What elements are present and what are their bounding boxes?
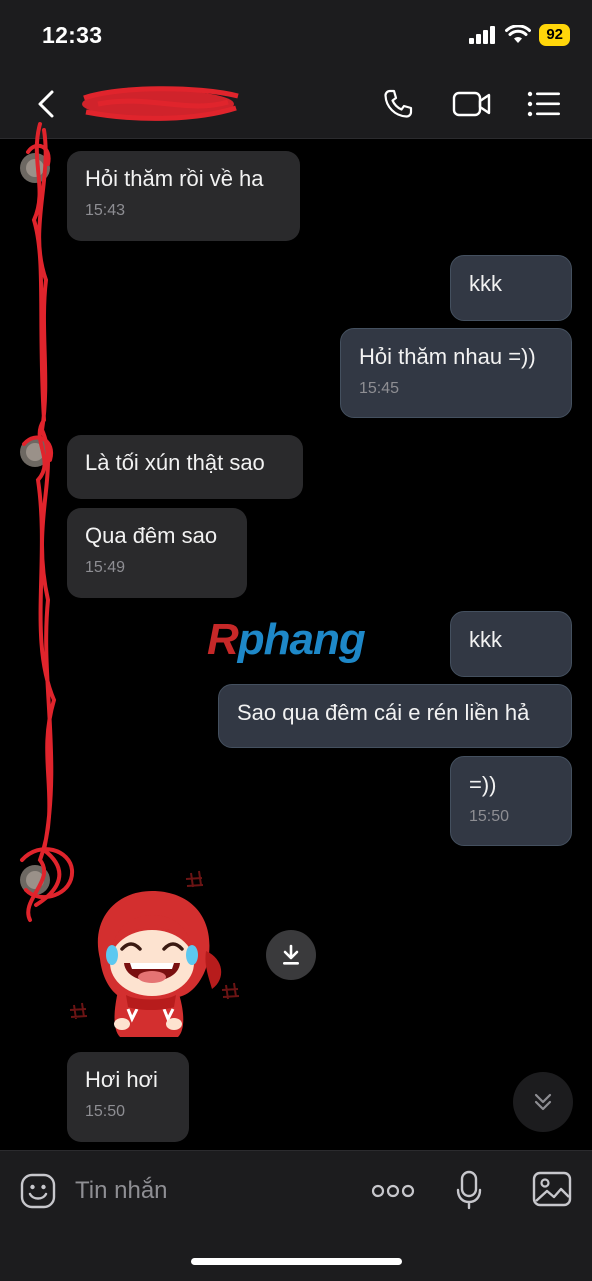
message-time: 15:50 [85,1103,126,1120]
more-icon [371,1184,415,1198]
message-bubble-outgoing[interactable]: Hỏi thăm nhau =)) 15:45 [340,328,572,418]
message-input[interactable]: Tin nhắn [75,1177,168,1205]
message-bubble-incoming[interactable]: Qua đêm sao 15:49 [67,508,247,598]
message-bubble-incoming[interactable]: Hơi hơi 15:50 [67,1052,189,1142]
message-text: kkk [469,627,502,652]
back-icon [38,90,54,118]
message-bubble-outgoing[interactable]: kkk [450,255,572,321]
message-time: 15:50 [469,808,510,825]
contact-avatar[interactable] [20,437,50,467]
emoji-button[interactable] [18,1171,58,1211]
message-text: Hỏi thăm rồi về ha [85,166,264,191]
scroll-to-bottom-button[interactable] [513,1072,573,1132]
image-icon [532,1171,572,1207]
message-bubble-incoming[interactable]: Là tối xún thật sao [67,435,303,499]
video-call-button[interactable] [450,86,494,122]
message-bubble-outgoing[interactable]: =)) 15:50 [450,756,572,846]
message-time: 15:43 [85,202,126,219]
message-text: Sao qua đêm cái e rén liền hả [237,700,530,725]
message-bubble-outgoing[interactable]: Sao qua đêm cái e rén liền hả [218,684,572,748]
status-time: 12:33 [42,22,103,48]
chat-menu-button[interactable] [526,86,562,122]
message-text: Là tối xún thật sao [85,450,265,475]
message-list[interactable]: Hỏi thăm rồi về ha 15:43 kkk Hỏi thăm nh… [0,139,592,1150]
call-button[interactable] [380,86,416,122]
message-text: Hơi hơi [85,1067,158,1092]
message-composer: Tin nhắn [0,1150,592,1281]
more-options-button[interactable] [370,1175,416,1207]
status-bar: 12:33 92 [0,0,592,70]
menu-icon [527,91,560,117]
watermark-logo: Rphang [207,615,366,664]
laughing-red-hood-sticker[interactable] [66,859,250,1045]
voice-message-button[interactable] [452,1169,486,1211]
message-bubble-incoming[interactable]: Hỏi thăm rồi về ha 15:43 [67,151,300,241]
scroll-down-icon [534,1093,552,1111]
battery-indicator: 92 [539,24,570,46]
message-text: kkk [469,271,502,296]
status-icons: 92 [469,24,570,46]
wifi-icon [505,25,532,43]
back-button[interactable] [28,86,64,122]
message-text: =)) [469,772,497,797]
contact-avatar[interactable] [20,153,50,183]
home-indicator[interactable] [191,1258,402,1265]
phone-icon [384,89,413,118]
emoji-icon [20,1173,56,1209]
mic-icon [456,1170,482,1210]
message-time: 15:49 [85,559,126,576]
message-time: 15:45 [359,380,400,397]
download-icon [283,944,299,965]
message-text: Hỏi thăm nhau =)) [359,344,536,369]
redacted-contact-name[interactable] [78,84,243,124]
contact-avatar[interactable] [20,865,50,895]
signal-icon [469,26,496,44]
video-icon [452,91,491,117]
download-sticker-button[interactable] [266,930,316,980]
chat-header [0,70,592,139]
message-text: Qua đêm sao [85,523,218,548]
image-picker-button[interactable] [530,1169,574,1209]
message-bubble-outgoing[interactable]: kkk [450,611,572,677]
